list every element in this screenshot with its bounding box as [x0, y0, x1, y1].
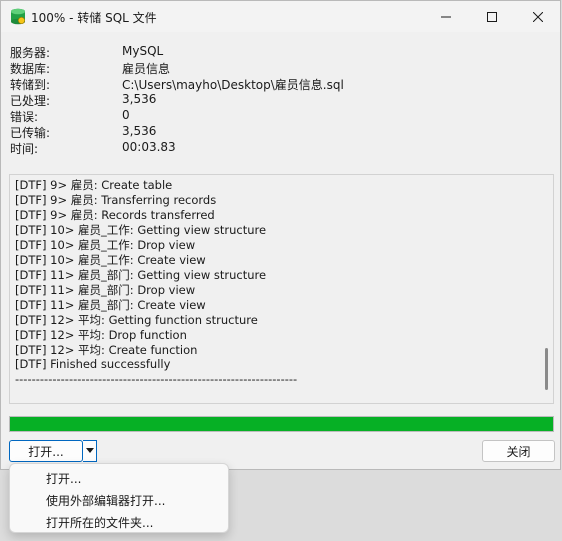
info-value: 雇员信息: [122, 62, 171, 76]
menu-item-open-external-editor[interactable]: 使用外部编辑器打开...: [46, 492, 165, 509]
open-dropdown-menu: 打开... 使用外部编辑器打开... 打开所在的文件夹...: [9, 463, 229, 533]
log-output[interactable]: [DTF] 9> 雇员: Create table [DTF] 9> 雇员: T…: [9, 174, 554, 404]
log-line: [DTF] Finished successfully: [15, 357, 171, 371]
info-value: 0: [122, 108, 130, 122]
log-line: [DTF] 10> 雇员_工作: Getting view structure: [15, 223, 267, 237]
close-button-label: 关闭: [506, 444, 531, 459]
log-scrollbar-thumb[interactable]: [545, 348, 548, 390]
open-dropdown-button[interactable]: [83, 440, 97, 462]
info-label: 已处理:: [10, 94, 51, 108]
database-icon: [10, 8, 26, 25]
log-line: [DTF] 12> 平均: Create function: [15, 343, 198, 357]
info-value: 3,536: [122, 92, 157, 106]
info-label: 转储到:: [10, 78, 51, 92]
log-line: [DTF] 11> 雇员_部门: Drop view: [15, 283, 196, 297]
log-line: [DTF] 10> 雇员_工作: Create view: [15, 253, 206, 267]
maximize-icon: [487, 11, 497, 22]
info-value: C:\Users\mayho\Desktop\雇员信息.sql: [122, 78, 344, 92]
info-label: 服务器:: [10, 46, 51, 60]
log-line: ----------------------------------------…: [15, 372, 298, 386]
info-label: 错误:: [10, 110, 39, 124]
log-line: [DTF] 9> 雇员: Transferring records: [15, 193, 217, 207]
close-window-button[interactable]: [515, 1, 561, 32]
menu-item-open[interactable]: 打开...: [46, 470, 81, 487]
close-icon: [533, 11, 543, 22]
open-button[interactable]: 打开...: [9, 440, 83, 462]
log-line: [DTF] 9> 雇员: Records transferred: [15, 208, 215, 222]
log-line: [DTF] 9> 雇员: Create table: [15, 178, 173, 192]
info-label: 时间:: [10, 142, 39, 156]
window-title: 100% - 转储 SQL 文件: [31, 11, 157, 25]
info-value: 00:03.83: [122, 140, 176, 154]
open-button-label: 打开...: [28, 444, 64, 459]
minimize-icon: [441, 16, 451, 17]
dump-sql-dialog: 100% - 转储 SQL 文件 服务器: MySQL 数据库: 雇员信息 转储…: [0, 0, 561, 470]
maximize-button[interactable]: [469, 1, 515, 32]
progress-fill: [10, 417, 553, 431]
menu-item-open-containing-folder[interactable]: 打开所在的文件夹...: [46, 514, 153, 531]
log-line: [DTF] 12> 平均: Getting function structure: [15, 313, 258, 327]
info-value: 3,536: [122, 124, 157, 138]
log-line: [DTF] 12> 平均: Drop function: [15, 328, 187, 342]
dropdown-arrow-icon: [85, 448, 94, 453]
log-line: [DTF] 11> 雇员_部门: Create view: [15, 298, 206, 312]
log-line: [DTF] 10> 雇员_工作: Drop view: [15, 238, 196, 252]
minimize-button[interactable]: [423, 1, 469, 32]
progress-bar: [9, 416, 554, 432]
title-bar: 100% - 转储 SQL 文件: [1, 1, 560, 32]
info-label: 数据库:: [10, 62, 51, 76]
info-value: MySQL: [122, 44, 164, 58]
log-line: [DTF] 11> 雇员_部门: Getting view structure: [15, 268, 267, 282]
info-label: 已传输:: [10, 126, 51, 140]
close-button[interactable]: 关闭: [482, 440, 555, 462]
